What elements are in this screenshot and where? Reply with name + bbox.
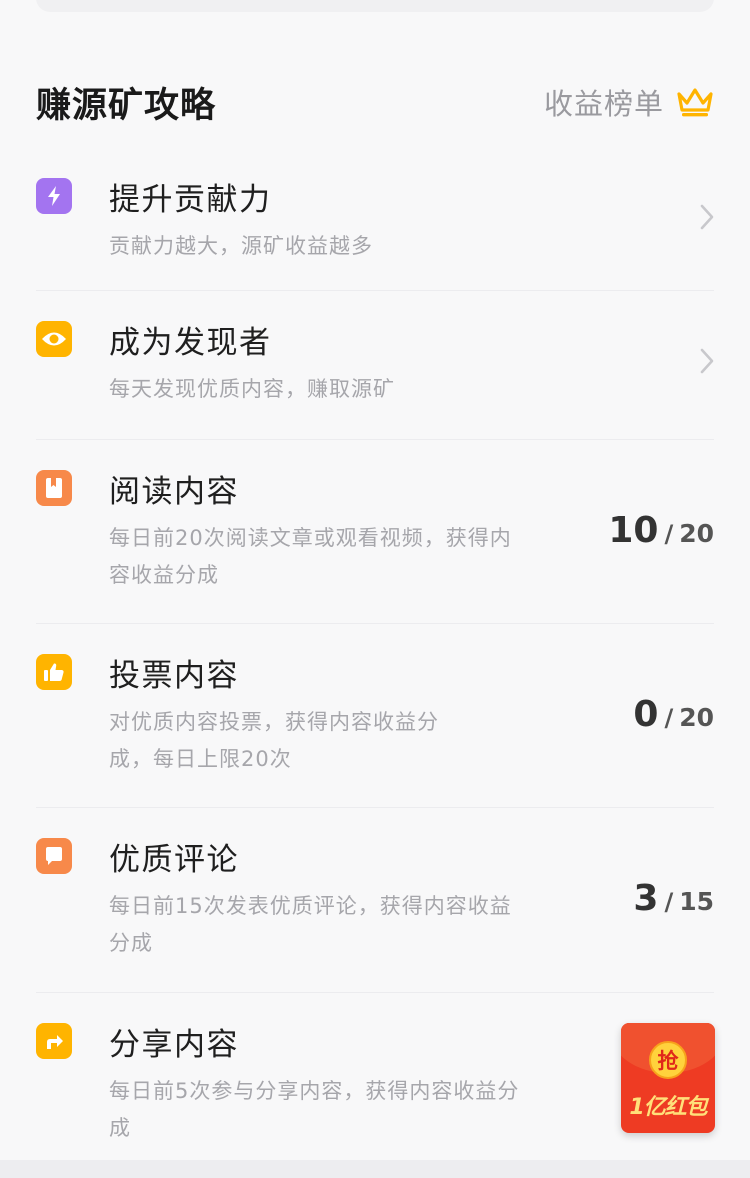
task-description: 每日前20次阅读文章或观看视频，获得内容收益分成 [109,526,512,587]
crown-icon [677,88,713,117]
chevron-right-icon [700,204,714,230]
task-title: 阅读内容 [109,474,239,510]
task-title: 提升贡献力 [109,182,272,218]
thumbs-up-icon [36,654,72,690]
lightning-icon [36,178,72,214]
task-item-share[interactable]: 分享内容 每日前5次参与分享内容，获得内容收益分成 [36,993,714,1163]
progress-total: 15 [679,887,714,916]
progress-separator: / [664,888,674,916]
task-item-discoverer[interactable]: 成为发现者 每天发现优质内容，赚取源矿 [36,291,714,440]
earnings-ranking-label: 收益榜单 [543,87,664,121]
task-item-comment[interactable]: 优质评论 每日前15次发表优质评论，获得内容收益分成 3 / 15 [36,808,714,993]
task-description: 每天发现优质内容，赚取源矿 [109,377,395,401]
task-description: 对优质内容投票，获得内容收益分成，每日上限20次 [109,710,439,771]
task-item-vote[interactable]: 投票内容 对优质内容投票，获得内容收益分成，每日上限20次 0 / 20 [36,624,714,808]
task-title: 分享内容 [109,1027,239,1063]
task-progress: 3 / 15 [633,878,714,919]
share-icon [36,1023,72,1059]
progress-total: 20 [679,519,714,548]
progress-done: 3 [633,878,659,919]
chevron-right-icon [700,348,714,374]
task-list: 提升贡献力 贡献力越大，源矿收益越多 成为发现者 每天发现优质内容，赚取源矿 阅… [36,148,714,1163]
red-packet-label: 1亿红包 [629,1095,707,1120]
progress-done: 0 [633,694,659,735]
book-icon [36,470,72,506]
eye-icon [36,321,72,357]
page-title: 赚源矿攻略 [36,85,217,126]
progress-separator: / [664,704,674,732]
task-item-contribution[interactable]: 提升贡献力 贡献力越大，源矿收益越多 [36,148,714,291]
progress-total: 20 [679,703,714,732]
comment-icon [36,838,72,874]
grab-badge: 抢 [649,1041,687,1079]
bottom-edge [0,1160,750,1178]
task-title: 优质评论 [109,842,239,878]
red-packet-button[interactable]: 抢 1亿红包 [621,1023,715,1133]
previous-card [36,0,714,12]
task-description: 每日前5次参与分享内容，获得内容收益分成 [109,1079,520,1140]
progress-done: 10 [608,510,659,551]
task-title: 投票内容 [109,658,239,694]
task-progress: 10 / 20 [608,510,714,551]
earnings-ranking-link[interactable]: 收益榜单 [544,81,714,123]
section-header: 赚源矿攻略 收益榜单 [36,72,714,132]
task-item-read[interactable]: 阅读内容 每日前20次阅读文章或观看视频，获得内容收益分成 10 / 20 [36,440,714,624]
task-description: 贡献力越大，源矿收益越多 [109,234,373,258]
task-title: 成为发现者 [109,325,272,361]
task-description: 每日前15次发表优质评论，获得内容收益分成 [109,894,512,955]
progress-separator: / [664,520,674,548]
task-progress: 0 / 20 [633,694,714,735]
